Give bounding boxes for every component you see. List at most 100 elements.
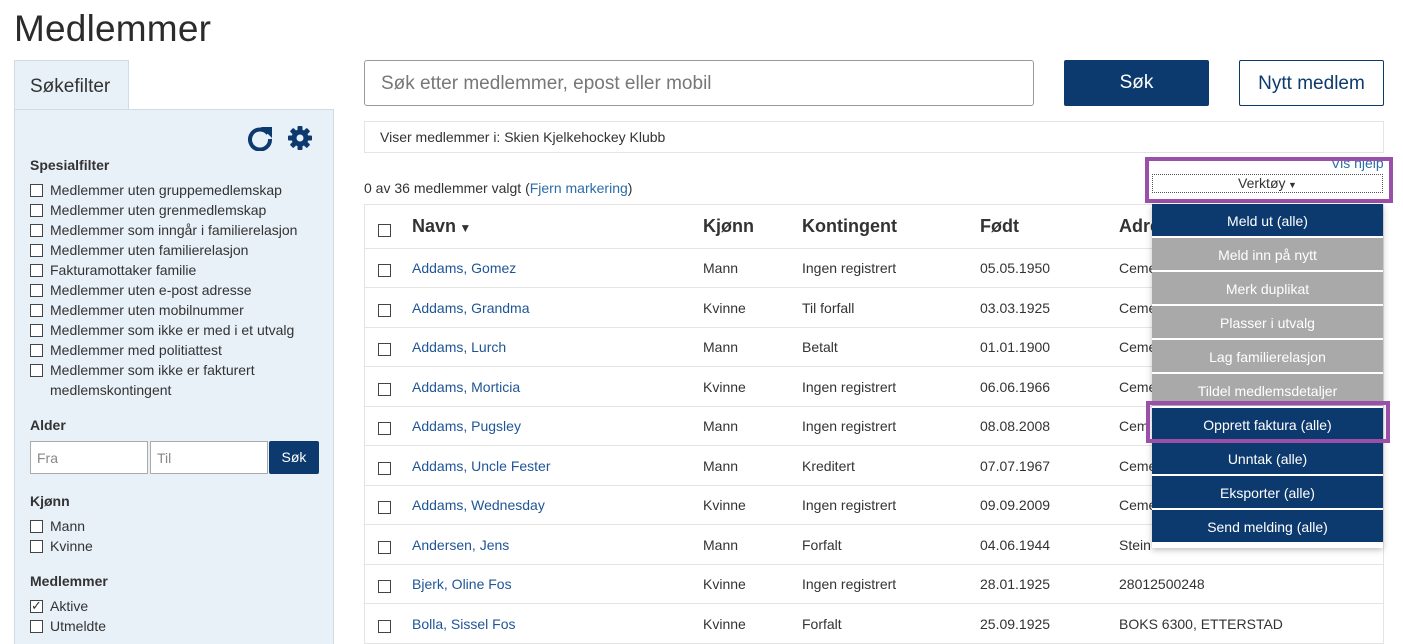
member-name-link[interactable]: Addams, Pugsley [412,418,521,434]
column-kjonn[interactable]: Kjønn [703,216,754,237]
checkbox[interactable] [30,344,43,357]
member-gender: Mann [703,457,739,474]
filter-no-branch[interactable]: Medlemmer uten grenmedlemskap [30,200,320,220]
member-name-link[interactable]: Addams, Uncle Fester [412,458,551,474]
row-checkbox[interactable] [378,264,391,277]
member-name-link[interactable]: Addams, Morticia [412,379,520,395]
page-title: Medlemmer [14,8,212,49]
column-fodt[interactable]: Født [980,216,1019,237]
filter-label: Utmeldte [50,618,107,634]
filter-active[interactable]: Aktive [30,596,320,617]
club-info: Viser medlemmer i: Skien Kjelkehockey Kl… [364,121,1384,153]
row-checkbox[interactable] [378,343,391,356]
search-button[interactable]: Søk [1064,60,1209,106]
filter-not-invoiced[interactable]: Medlemmer som ikke er fakturert medlemsk… [30,360,295,400]
checkbox[interactable] [30,244,43,257]
checkbox[interactable] [30,204,43,217]
checkbox[interactable] [30,324,43,337]
member-birthdate: 06.06.1966 [980,378,1051,395]
filter-no-family[interactable]: Medlemmer uten familierelasjon [30,240,320,260]
member-fee-status: Forfalt [802,536,842,553]
tab-sokefilter[interactable]: Søkefilter [14,60,129,110]
member-search-input[interactable]: Søk etter medlemmer, epost eller mobil [364,60,1034,106]
row-checkbox[interactable] [378,382,391,396]
checkbox[interactable] [30,520,43,533]
member-name-link[interactable]: Addams, Gomez [412,260,516,276]
age-to-input[interactable]: Til [150,441,268,474]
filter-label: Medlemmer uten gruppemedlemskap [50,182,282,198]
menu-merk-duplikat[interactable]: Merk duplikat [1152,272,1383,304]
member-birthdate: 28.01.1925 [980,576,1051,592]
filter-no-group[interactable]: Medlemmer uten gruppemedlemskap [30,180,320,200]
member-address: Ceme [1119,457,1157,474]
filter-family-payer[interactable]: Fakturamottaker familie [30,260,320,280]
menu-send-melding[interactable]: Send melding (alle) [1152,510,1383,542]
filter-in-family[interactable]: Medlemmer som inngår i familierelasjon [30,220,320,240]
menu-plasser-utvalg[interactable]: Plasser i utvalg [1152,306,1383,338]
filter-label: Medlemmer uten familierelasjon [50,242,249,258]
checkbox[interactable] [30,620,43,633]
checkbox-checked[interactable] [30,597,43,617]
age-from-input[interactable]: Fra [30,441,148,474]
table-row[interactable]: Bolla, Sissel Fos Kvinne Forfalt 25.09.1925… [365,605,1383,644]
member-name-link[interactable]: Addams, Lurch [412,339,506,355]
age-search-button[interactable]: Søk [269,441,319,474]
filter-gender-female[interactable]: Kvinne [30,536,320,556]
column-label: Navn [412,216,457,236]
member-name-link[interactable]: Addams, Wednesday [412,497,545,513]
clear-selection-link[interactable]: Fjern markering [530,180,628,196]
member-name-link[interactable]: Addams, Grandma [412,300,530,316]
member-address: Cem [1119,418,1149,434]
member-gender: Mann [703,418,739,434]
refresh-icon[interactable] [247,125,273,151]
checkbox[interactable] [30,284,43,297]
row-checkbox[interactable] [378,619,391,633]
table-row[interactable]: Bjerk, Oline Fos Kvinne Ingen registrert 28… [365,565,1383,604]
checkbox[interactable] [30,224,43,237]
checkbox[interactable] [30,304,43,317]
menu-eksporter[interactable]: Eksporter (alle) [1152,476,1383,508]
column-navn[interactable]: Navn ▼ [412,216,471,237]
row-checkbox[interactable] [378,461,391,475]
checkbox[interactable] [30,184,43,197]
member-address: Ceme [1119,378,1157,395]
filter-no-mobile[interactable]: Medlemmer uten mobilnummer [30,300,320,320]
menu-unntak[interactable]: Unntak (alle) [1152,442,1383,474]
member-name-link[interactable]: Andersen, Jens [412,537,509,553]
row-checkbox[interactable] [378,303,391,317]
checkbox[interactable] [30,364,43,377]
sort-caret-icon: ▼ [456,221,472,235]
filter-label: Medlemmer som ikke er fakturert medlemsk… [50,362,255,398]
member-name-link[interactable]: Bjerk, Oline Fos [412,576,512,592]
menu-meld-ut[interactable]: Meld ut (alle) [1152,204,1383,236]
member-birthdate: 05.05.1950 [980,260,1051,276]
checkbox[interactable] [30,540,43,553]
special-filter-heading: Spesialfilter [30,157,110,173]
filter-no-committee[interactable]: Medlemmer som ikke er med i et utvalg [30,320,320,340]
column-kontingent[interactable]: Kontingent [802,216,897,237]
filter-police-cert[interactable]: Medlemmer med politiattest [30,340,320,360]
row-checkbox[interactable] [378,580,391,593]
filter-resigned[interactable]: Utmeldte [30,616,320,636]
row-checkbox[interactable] [378,501,391,514]
member-fee-status: Ingen registrert [802,418,897,434]
filter-gender-male[interactable]: Mann [30,516,320,536]
row-checkbox[interactable] [378,540,391,554]
gear-icon[interactable] [287,125,313,151]
new-member-button[interactable]: Nytt medlem [1239,60,1384,106]
filter-no-email[interactable]: Medlemmer uten e-post adresse [30,280,320,300]
menu-meld-inn[interactable]: Meld inn på nytt [1152,238,1383,270]
filter-label: Medlemmer som ikke er med i et utvalg [50,322,295,338]
member-name-link[interactable]: Bolla, Sissel Fos [412,616,515,632]
member-address: Ceme [1119,339,1157,355]
member-birthdate: 08.08.2008 [980,418,1051,434]
checkbox[interactable] [30,264,43,277]
menu-familierelasjon[interactable]: Lag familierelasjon [1152,340,1383,372]
member-fee-status: Ingen registrert [802,576,897,592]
row-checkbox[interactable] [378,422,391,435]
filter-label: Medlemmer uten e-post adresse [50,282,252,298]
member-address: Ceme [1119,497,1157,513]
select-all-checkbox[interactable] [378,224,391,237]
member-fee-status: Forfalt [802,615,842,632]
member-gender: Mann [703,260,739,276]
